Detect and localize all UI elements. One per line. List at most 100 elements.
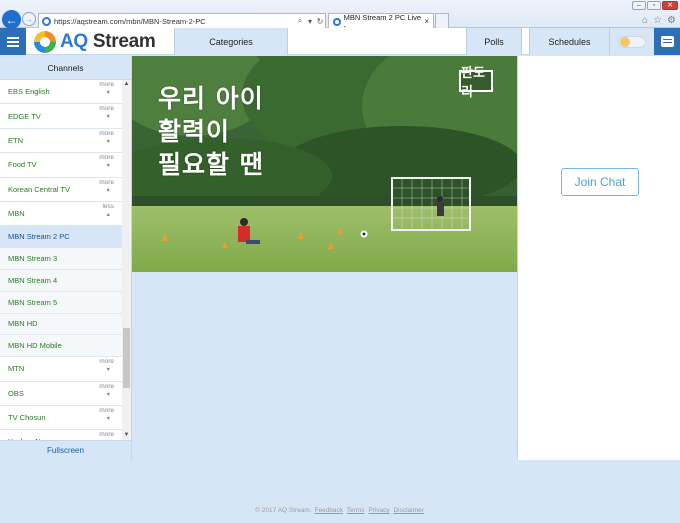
- footer-link-privacy[interactable]: Privacy: [368, 507, 389, 514]
- window-controls: – ▫ ✕: [632, 1, 678, 10]
- channel-label: MBN: [8, 209, 25, 219]
- channel-item[interactable]: Korean Central TV more ▼: [0, 177, 122, 202]
- chevron-up-icon: ▲: [105, 211, 111, 218]
- categories-button[interactable]: Categories: [174, 28, 288, 55]
- channel-label: Food TV: [8, 160, 37, 170]
- fullscreen-button[interactable]: Fullscreen: [0, 440, 131, 460]
- channel-label: MBN HD: [8, 319, 38, 329]
- channel-label: Korean Central TV: [8, 184, 70, 194]
- channel-stream-item[interactable]: MBN HD: [0, 313, 122, 336]
- close-icon[interactable]: ✕: [662, 1, 678, 10]
- overlay-line-2: 활력이: [158, 117, 231, 146]
- video-player[interactable]: 우리 아이 활력이 필요할 땐 판도리: [132, 56, 517, 272]
- ie-icon: [42, 16, 51, 26]
- channel-watermark: 판도리: [459, 65, 493, 99]
- chevron-down-icon: ▼: [105, 90, 111, 96]
- browser-tools: ⌂ ☆ ⚙: [642, 15, 676, 26]
- theme-toggle-wrap: [610, 28, 654, 55]
- channel-more-toggle[interactable]: more: [99, 179, 114, 186]
- channel-label: TV Chosun: [8, 413, 46, 423]
- settings-gear-icon[interactable]: ⚙: [667, 15, 676, 26]
- channel-list: EBS English more ▼ EDGE TV more ▼ ETN more ▼ Food…: [0, 80, 122, 440]
- channel-more-toggle[interactable]: more: [99, 383, 114, 390]
- address-url[interactable]: https://aqstream.com/mbn/MBN-Stream-2-PC: [54, 17, 295, 26]
- chevron-down-icon: ▼: [105, 163, 111, 170]
- chevron-down-icon: ▼: [105, 187, 111, 194]
- video-overlay-text: 우리 아이 활력이 필요할 땐: [158, 82, 264, 181]
- scroll-down-icon[interactable]: ▼: [122, 431, 131, 440]
- channel-item[interactable]: ETN more ▼: [0, 128, 122, 154]
- address-bar[interactable]: https://aqstream.com/mbn/MBN-Stream-2-PC…: [38, 13, 326, 29]
- channel-item[interactable]: MTN more ▼: [0, 357, 122, 382]
- toggle-knob: [620, 36, 630, 47]
- logo-mark-icon: [34, 30, 56, 53]
- footer-link-terms[interactable]: Terms: [347, 507, 365, 514]
- overlay-line-1: 우리 아이: [158, 84, 264, 113]
- channel-label: MTN: [8, 364, 25, 374]
- footer: © 2017 AQ Stream. Feedback Terms Privacy…: [0, 507, 680, 514]
- channel-less-toggle[interactable]: less: [102, 203, 114, 210]
- tab-ie-icon: [333, 17, 341, 26]
- channel-stream-item[interactable]: MBN Stream 3: [0, 248, 122, 270]
- tab-close-icon[interactable]: ×: [424, 17, 429, 26]
- schedules-button[interactable]: Schedules: [529, 28, 610, 55]
- footer-link-disclaimer[interactable]: Disclaimer: [393, 507, 423, 514]
- theme-toggle[interactable]: [618, 35, 646, 48]
- channel-more-toggle[interactable]: more: [99, 130, 114, 137]
- refresh-icon[interactable]: ↻: [315, 17, 325, 26]
- channel-item[interactable]: OBS more ▼: [0, 381, 122, 406]
- channel-more-toggle[interactable]: more: [99, 407, 114, 414]
- home-icon[interactable]: ⌂: [642, 15, 648, 26]
- channel-label: MBN Stream 3: [8, 254, 58, 264]
- channel-more-toggle[interactable]: more: [99, 154, 114, 161]
- channel-item[interactable]: Yonhap Newsmore▼: [0, 430, 122, 440]
- channel-label: OBS: [8, 388, 24, 398]
- channel-item[interactable]: MBN less ▲: [0, 201, 122, 227]
- sidebar-scrollbar[interactable]: ▲ ▼: [122, 80, 131, 440]
- polls-button[interactable]: Polls: [466, 28, 522, 55]
- menu-icon[interactable]: [0, 28, 26, 55]
- channel-more-toggle[interactable]: more: [99, 81, 114, 88]
- channel-stream-item[interactable]: MBN Stream 5: [0, 291, 122, 314]
- chat-panel: Join Chat: [517, 56, 680, 460]
- footer-copyright: © 2017 AQ Stream.: [255, 507, 312, 514]
- join-chat-button[interactable]: Join Chat: [561, 168, 639, 196]
- dropdown-icon[interactable]: ▾: [305, 17, 315, 26]
- logo-text: AQ Stream: [60, 30, 156, 52]
- scroll-thumb[interactable]: [123, 328, 130, 388]
- back-button[interactable]: ←: [2, 10, 21, 29]
- chevron-down-icon: ▼: [105, 138, 111, 145]
- chevron-down-icon: ▼: [105, 367, 111, 374]
- search-icon[interactable]: ⌕: [295, 16, 305, 26]
- aqstream-logo[interactable]: AQ Stream: [34, 30, 156, 53]
- chevron-down-icon: ▼: [105, 415, 111, 422]
- chevron-down-icon: ▼: [105, 391, 111, 398]
- forward-button[interactable]: →: [22, 12, 36, 26]
- channel-more-toggle[interactable]: more: [99, 358, 114, 365]
- chevron-down-icon: ▼: [105, 114, 111, 121]
- channel-label: MBN Stream 5: [8, 297, 58, 307]
- channel-stream-item[interactable]: MBN Stream 2 PC: [0, 226, 122, 249]
- channel-item[interactable]: Food TV more ▼: [0, 153, 122, 178]
- new-tab-button[interactable]: [435, 13, 449, 29]
- footer-link-feedback[interactable]: Feedback: [314, 507, 343, 514]
- sidebar-title: Channels: [0, 56, 131, 80]
- channel-label: ETN: [8, 135, 23, 145]
- channel-more-toggle[interactable]: more: [99, 431, 114, 438]
- overlay-line-3: 필요할 땐: [158, 150, 264, 179]
- channel-item[interactable]: TV Chosun more ▼: [0, 405, 122, 431]
- maximize-icon[interactable]: ▫: [647, 1, 661, 10]
- channel-item[interactable]: EDGE TV more ▼: [0, 104, 122, 129]
- channel-label: EBS English: [8, 87, 50, 97]
- channel-stream-item[interactable]: MBN Stream 4: [0, 269, 122, 292]
- channels-sidebar: Channels EBS English more ▼ EDGE TV more ▼ ETN…: [0, 56, 132, 460]
- chat-toggle-button[interactable]: [654, 28, 680, 55]
- browser-tab-active[interactable]: MBN Stream 2 PC Live - ... ×: [328, 13, 434, 31]
- favorites-icon[interactable]: ☆: [653, 15, 662, 26]
- channel-label: MBN Stream 2 PC: [8, 232, 70, 242]
- channel-more-toggle[interactable]: more: [99, 105, 114, 112]
- channel-item[interactable]: EBS English more ▼: [0, 80, 122, 105]
- minimize-icon[interactable]: –: [632, 1, 646, 10]
- channel-stream-item[interactable]: MBN HD Mobile: [0, 335, 122, 358]
- scroll-up-icon[interactable]: ▲: [122, 80, 131, 89]
